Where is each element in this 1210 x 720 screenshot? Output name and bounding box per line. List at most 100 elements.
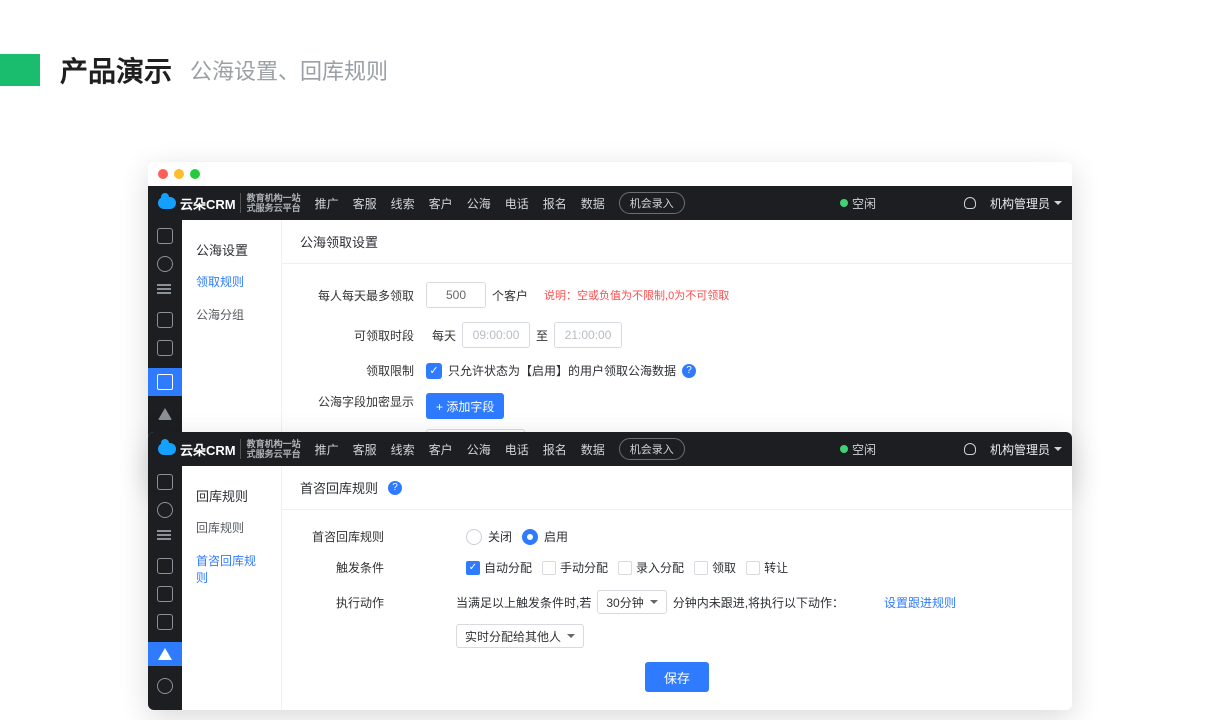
- chk-auto[interactable]: ✓: [466, 561, 480, 575]
- rail-icon-active[interactable]: [148, 642, 182, 666]
- slide-subtitle: 公海设置、回库规则: [190, 54, 388, 86]
- time-select[interactable]: 30分钟: [597, 590, 666, 614]
- save-button[interactable]: 保存: [645, 662, 709, 692]
- nav-lead[interactable]: 线索: [391, 441, 415, 458]
- rule-toggle-label: 首咨回库规则: [306, 528, 396, 545]
- daily-note: 说明：空或负值为不限制,0为不可领取: [544, 287, 729, 303]
- section-title: 公海领取设置: [300, 232, 378, 251]
- nav-data[interactable]: 数据: [581, 441, 605, 458]
- user-status[interactable]: 空闲: [840, 441, 876, 458]
- rail-icon-1[interactable]: [157, 228, 173, 244]
- time-to-input[interactable]: [554, 322, 622, 348]
- rail-icon-8[interactable]: [157, 678, 173, 694]
- time-range-label: 可领取时段: [306, 327, 426, 344]
- nav-opportunity-entry[interactable]: 机会录入: [619, 192, 685, 214]
- brand-name: 云朵CRM: [180, 440, 236, 459]
- radio-off-label: 关闭: [488, 528, 512, 545]
- rail-icon-3[interactable]: [157, 530, 173, 546]
- rail-icon-5[interactable]: [157, 586, 173, 602]
- nav-signup[interactable]: 报名: [543, 441, 567, 458]
- accent-bar: [0, 54, 40, 86]
- nav-signup[interactable]: 报名: [543, 195, 567, 212]
- rail-icon-4[interactable]: [157, 312, 173, 328]
- help-icon[interactable]: ?: [388, 481, 402, 495]
- rail-icon-5[interactable]: [157, 340, 173, 356]
- nav-sea[interactable]: 公海: [467, 195, 491, 212]
- menu-sea-group[interactable]: 公海分组: [182, 298, 281, 331]
- time-from-input[interactable]: [462, 322, 530, 348]
- chk-auto-label: 自动分配: [484, 559, 532, 576]
- menu-title-2: 回库规则: [182, 480, 281, 511]
- close-dot-icon[interactable]: [158, 169, 168, 179]
- chevron-down-icon: [650, 600, 658, 604]
- rail-icon-2[interactable]: [157, 502, 173, 518]
- daily-unit: 个客户: [492, 287, 528, 304]
- nav-phone[interactable]: 电话: [505, 441, 529, 458]
- side-menu-2: 回库规则 回库规则 首咨回库规则: [182, 466, 282, 710]
- time-every: 每天: [432, 327, 456, 344]
- brand-sub: 教育机构一站式服务云平台: [240, 439, 301, 459]
- nav-promo[interactable]: 推广: [315, 195, 339, 212]
- app-topbar-2: 云朵CRM 教育机构一站式服务云平台 推广 客服 线索 客户 公海 电话 报名 …: [148, 432, 1072, 466]
- nav-data[interactable]: 数据: [581, 195, 605, 212]
- claim-limit-checkbox[interactable]: ✓: [426, 363, 442, 379]
- mac-traffic-lights: [148, 162, 1072, 186]
- chevron-down-icon: [1054, 447, 1062, 451]
- section-header-2: 首咨回库规则 ?: [282, 466, 1072, 510]
- chk-entry[interactable]: [618, 561, 632, 575]
- rail-icon-active[interactable]: [148, 368, 182, 396]
- rail-icon-3[interactable]: [157, 284, 173, 300]
- help-icon[interactable]: ?: [682, 364, 696, 378]
- bell-icon[interactable]: [964, 197, 976, 209]
- claim-limit-text: 只允许状态为【启用】的用户领取公海数据: [448, 362, 676, 379]
- role-switch[interactable]: 机构管理员: [990, 441, 1062, 458]
- menu-first-consult-rule[interactable]: 首咨回库规则: [182, 544, 281, 594]
- rail-icon-7[interactable]: [158, 408, 172, 420]
- rail-icon-6[interactable]: [157, 614, 173, 630]
- nav-phone[interactable]: 电话: [505, 195, 529, 212]
- menu-return-rule[interactable]: 回库规则: [182, 511, 281, 544]
- brand-logo[interactable]: 云朵CRM 教育机构一站式服务云平台: [158, 193, 301, 213]
- rail-icon-4[interactable]: [157, 558, 173, 574]
- brand-name: 云朵CRM: [180, 194, 236, 213]
- chk-transfer[interactable]: [746, 561, 760, 575]
- app-topbar: 云朵CRM 教育机构一站式服务云平台 推广 客服 线索 客户 公海 电话 报名 …: [148, 186, 1072, 220]
- house-icon: [157, 374, 173, 390]
- content-area-2: 首咨回库规则 ? 首咨回库规则 关闭 启用 触发条件 ✓自动分配 手动分配: [282, 466, 1072, 710]
- zoom-dot-icon[interactable]: [190, 169, 200, 179]
- daily-limit-input[interactable]: [426, 282, 486, 308]
- window-return-rule: 云朵CRM 教育机构一站式服务云平台 推广 客服 线索 客户 公海 电话 报名 …: [148, 432, 1072, 710]
- encrypt-label: 公海字段加密显示: [306, 393, 426, 410]
- nav-sea[interactable]: 公海: [467, 441, 491, 458]
- cloud-icon: [158, 197, 176, 209]
- nav-lead[interactable]: 线索: [391, 195, 415, 212]
- radio-on[interactable]: [522, 529, 538, 545]
- nav-service[interactable]: 客服: [353, 195, 377, 212]
- cloud-icon: [158, 443, 176, 455]
- action-select[interactable]: 实时分配给其他人: [456, 624, 584, 648]
- radio-off[interactable]: [466, 529, 482, 545]
- chk-manual[interactable]: [542, 561, 556, 575]
- nav-service[interactable]: 客服: [353, 441, 377, 458]
- bell-icon[interactable]: [964, 443, 976, 455]
- chk-claim[interactable]: [694, 561, 708, 575]
- nav-promo[interactable]: 推广: [315, 441, 339, 458]
- menu-claim-rule[interactable]: 领取规则: [182, 265, 281, 298]
- rail-icon-2[interactable]: [157, 256, 173, 272]
- nav-customer[interactable]: 客户: [429, 195, 453, 212]
- nav-customer[interactable]: 客户: [429, 441, 453, 458]
- set-follow-rule-link[interactable]: 设置跟进规则: [884, 594, 956, 611]
- brand-sub: 教育机构一站式服务云平台: [240, 193, 301, 213]
- add-field-button[interactable]: 添加字段: [426, 393, 504, 419]
- chk-transfer-label: 转让: [764, 559, 788, 576]
- rail-icon-1[interactable]: [157, 474, 173, 490]
- role-switch[interactable]: 机构管理员: [990, 195, 1062, 212]
- nav-opportunity-entry[interactable]: 机会录入: [619, 438, 685, 460]
- brand-logo-2[interactable]: 云朵CRM 教育机构一站式服务云平台: [158, 439, 301, 459]
- minimize-dot-icon[interactable]: [174, 169, 184, 179]
- chk-claim-label: 领取: [712, 559, 736, 576]
- chevron-down-icon: [1054, 201, 1062, 205]
- chevron-down-icon: [567, 634, 575, 638]
- user-status[interactable]: 空闲: [840, 195, 876, 212]
- trigger-label: 触发条件: [306, 559, 396, 576]
